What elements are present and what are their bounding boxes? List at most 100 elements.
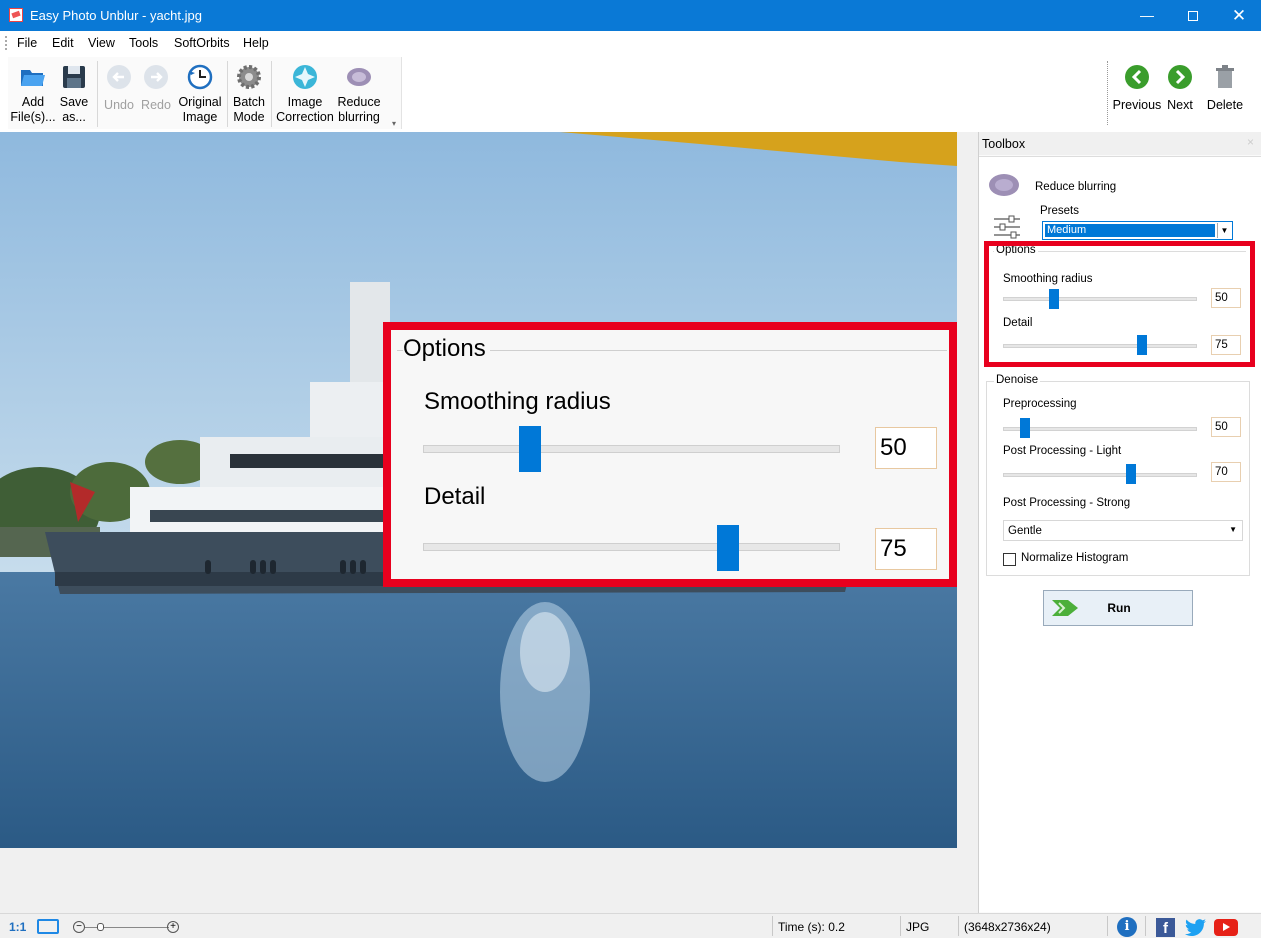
redo-icon: [144, 65, 168, 89]
toolbox-close-icon[interactable]: ×: [1247, 135, 1254, 149]
menu-grip: [5, 36, 7, 50]
presets-label: Presets: [1040, 205, 1079, 217]
image-correction-button[interactable]: Image Correction: [274, 57, 336, 129]
smoothing-radius-slider[interactable]: [1003, 297, 1197, 301]
status-separator: [1107, 916, 1108, 936]
undo-button[interactable]: Undo: [102, 57, 136, 129]
folder-open-icon: [21, 70, 45, 86]
add-files-button[interactable]: Add File(s)...: [10, 57, 56, 129]
denoise-group-title: Denoise: [994, 374, 1041, 386]
clock-history-icon: [187, 64, 213, 90]
redo-button[interactable]: Redo: [138, 57, 174, 129]
sliders-preset-icon: [994, 215, 1020, 239]
toolbar-separator: [227, 61, 228, 127]
toolbar-main-group: Add File(s)... Save as... Undo Redo Orig…: [8, 57, 402, 129]
smoothing-radius-value[interactable]: 50: [1211, 288, 1241, 308]
tool-name: Reduce blurring: [1035, 181, 1117, 193]
detail-thumb[interactable]: [1137, 335, 1148, 355]
title-bar: Easy Photo Unblur - yacht.jpg — ✕: [0, 0, 1261, 31]
chevron-down-icon: ▼: [1229, 525, 1237, 534]
presets-selected-value: Medium: [1045, 224, 1215, 237]
image-correction-icon: [293, 65, 317, 89]
status-bar: 1:1 − + Time (s): 0.2 JPG (3648x2736x24)…: [0, 913, 1261, 938]
zoom-in-icon[interactable]: +: [167, 921, 179, 933]
info-icon[interactable]: i: [1117, 917, 1137, 937]
status-separator: [772, 916, 773, 936]
arrow-left-icon: [1125, 65, 1149, 89]
image-format: JPG: [906, 920, 930, 934]
maximize-button[interactable]: [1170, 0, 1216, 31]
status-separator: [1145, 916, 1146, 936]
delete-button[interactable]: Delete: [1203, 57, 1247, 129]
callout-detail-label: Detail: [424, 483, 486, 510]
zoom-out-icon[interactable]: −: [73, 921, 85, 933]
toolbar-separator: [271, 61, 272, 127]
callout-detail-thumb: [717, 525, 739, 571]
post-light-thumb[interactable]: [1126, 464, 1137, 484]
next-button[interactable]: Next: [1163, 57, 1197, 129]
trash-icon: [1216, 65, 1234, 88]
fit-to-window-icon[interactable]: [37, 919, 59, 934]
smoothing-radius-thumb[interactable]: [1049, 289, 1059, 309]
play-icon: [1223, 923, 1230, 931]
save-as-button[interactable]: Save as...: [56, 57, 92, 129]
preprocessing-value[interactable]: 50: [1211, 417, 1241, 437]
original-image-button[interactable]: Original Image: [176, 57, 224, 129]
options-zoom-callout: Options Smoothing radius 50 Detail 75: [383, 322, 957, 587]
toolbar: Add File(s)... Save as... Undo Redo Orig…: [0, 55, 1261, 132]
post-light-slider[interactable]: [1003, 473, 1197, 477]
preprocessing-slider[interactable]: [1003, 427, 1197, 431]
toolbar-separator: [1107, 61, 1108, 125]
callout-detail-value: 75: [875, 528, 937, 570]
toolbar-separator: [97, 61, 98, 127]
app-icon: [9, 8, 23, 22]
preprocessing-thumb[interactable]: [1019, 418, 1030, 438]
toolbar-overflow-icon[interactable]: ▾: [392, 119, 396, 128]
menu-view[interactable]: View: [88, 36, 115, 50]
menu-softorbits[interactable]: SoftOrbits: [174, 36, 230, 50]
image-canvas[interactable]: Options Smoothing radius 50 Detail 75: [0, 132, 976, 913]
batch-mode-button[interactable]: Batch Mode: [230, 57, 268, 129]
callout-detail-track: [423, 543, 840, 551]
menu-help[interactable]: Help: [243, 36, 269, 50]
toolbox-title: Toolbox: [979, 132, 1261, 155]
preprocessing-label: Preprocessing: [1003, 398, 1077, 410]
facebook-icon[interactable]: f: [1156, 918, 1175, 937]
status-separator: [900, 916, 901, 936]
previous-button[interactable]: Previous: [1112, 57, 1162, 129]
callout-options-title: Options: [403, 335, 490, 363]
menu-edit[interactable]: Edit: [52, 36, 74, 50]
post-light-value[interactable]: 70: [1211, 462, 1241, 482]
post-strong-select[interactable]: Gentle ▼: [1003, 520, 1243, 541]
image-dimensions: (3648x2736x24): [964, 920, 1051, 934]
toolbox-panel: Toolbox × Reduce blurring Presets Medium…: [978, 132, 1261, 913]
menu-file[interactable]: File: [17, 36, 37, 50]
minimize-button[interactable]: —: [1124, 0, 1170, 31]
reduce-blurring-button[interactable]: Reduce blurring: [336, 57, 382, 129]
detail-value[interactable]: 75: [1211, 335, 1241, 355]
zoom-actual-size-button[interactable]: 1:1: [9, 920, 26, 934]
detail-slider[interactable]: [1003, 344, 1197, 348]
callout-smoothing-track: [423, 445, 840, 453]
normalize-histogram-checkbox[interactable]: [1003, 553, 1016, 566]
menu-tools[interactable]: Tools: [129, 36, 158, 50]
window-title: Easy Photo Unblur - yacht.jpg: [30, 8, 202, 23]
smoothing-radius-label: Smoothing radius: [1003, 273, 1093, 285]
youtube-icon[interactable]: [1214, 919, 1238, 936]
chevron-down-icon: ▼: [1217, 223, 1231, 238]
callout-smoothing-label: Smoothing radius: [424, 388, 611, 415]
status-separator: [958, 916, 959, 936]
normalize-histogram-label: Normalize Histogram: [1021, 552, 1129, 564]
run-button[interactable]: Run: [1043, 590, 1193, 626]
save-icon: [63, 66, 85, 88]
zoom-thumb[interactable]: [97, 923, 104, 931]
twitter-icon[interactable]: [1185, 918, 1207, 936]
processing-time: Time (s): 0.2: [778, 920, 845, 934]
presets-select[interactable]: Medium ▼: [1042, 221, 1233, 240]
menu-bar: File Edit View Tools SoftOrbits Help: [0, 31, 1261, 55]
post-light-label: Post Processing - Light: [1003, 445, 1122, 457]
zoom-slider[interactable]: − +: [73, 921, 183, 933]
callout-smoothing-value: 50: [875, 427, 937, 469]
close-button[interactable]: ✕: [1216, 0, 1261, 31]
post-strong-label: Post Processing - Strong: [1003, 497, 1131, 509]
